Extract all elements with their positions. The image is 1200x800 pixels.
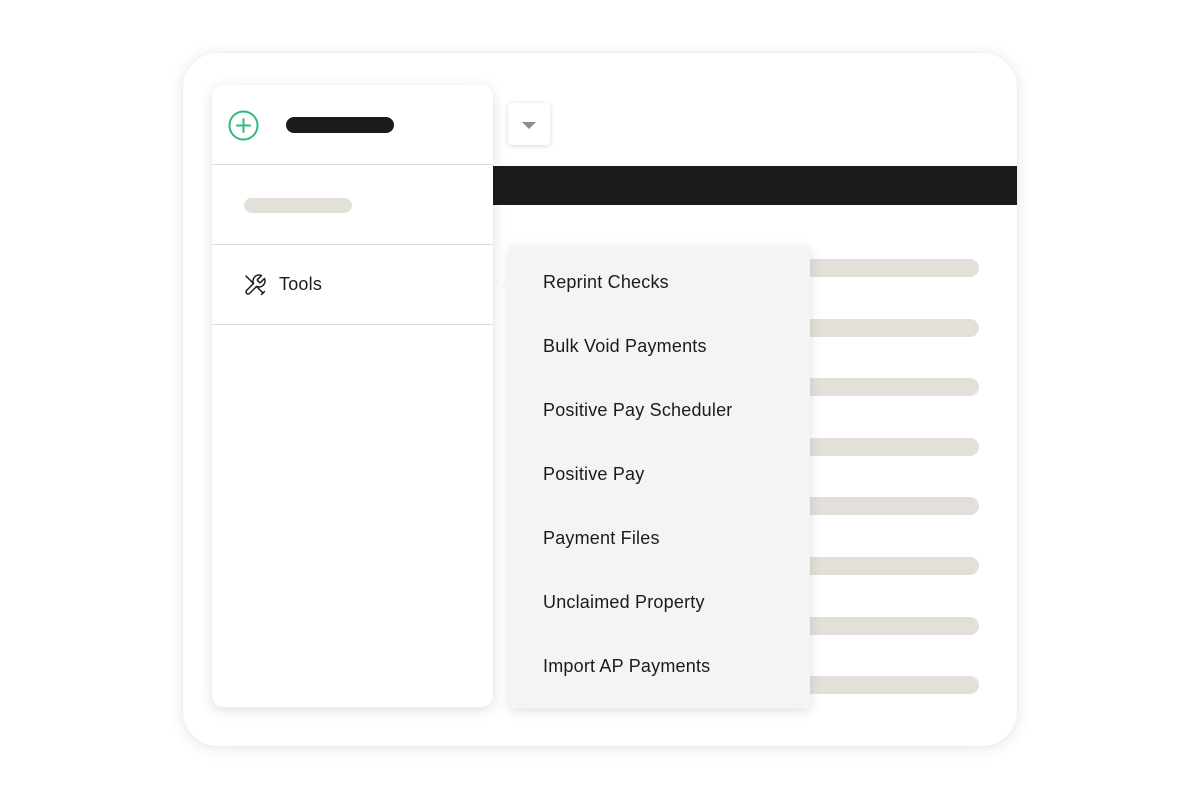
menu-item-payment-files[interactable]: Payment Files	[543, 525, 660, 551]
plus-circle-icon[interactable]	[228, 110, 259, 141]
list-row-placeholder	[800, 676, 979, 694]
sidebar-header	[212, 85, 493, 165]
tools-flyout-menu: Reprint Checks Bulk Void Payments Positi…	[501, 246, 810, 708]
menu-item-positive-pay[interactable]: Positive Pay	[543, 461, 644, 487]
menu-pointer	[501, 278, 510, 296]
title-placeholder	[286, 117, 394, 133]
menu-item-positive-pay-scheduler[interactable]: Positive Pay Scheduler	[543, 397, 733, 423]
list-row-placeholder	[800, 319, 979, 337]
list-row-placeholder	[800, 617, 979, 635]
caret-down-icon	[522, 121, 536, 129]
menu-item-import-ap-payments[interactable]: Import AP Payments	[543, 653, 710, 679]
dropdown-toggle-button[interactable]	[508, 103, 550, 145]
sidebar-item-tools[interactable]: Tools	[212, 245, 493, 325]
menu-item-bulk-void-payments[interactable]: Bulk Void Payments	[543, 333, 707, 359]
list-row-placeholder	[800, 497, 979, 515]
menu-item-unclaimed-property[interactable]: Unclaimed Property	[543, 589, 705, 615]
list-row-placeholder	[800, 259, 979, 277]
wrench-screwdriver-icon	[245, 274, 266, 296]
list-row-placeholder	[800, 557, 979, 575]
list-row-placeholder	[800, 438, 979, 456]
illustration-stage: Tools Reprint Checks Bulk Void Payments …	[0, 0, 1200, 800]
sidebar: Tools	[212, 85, 493, 707]
sidebar-item-placeholder[interactable]	[212, 165, 493, 245]
sidebar-item-label: Tools	[279, 274, 323, 294]
list-row-placeholder	[800, 378, 979, 396]
table-header-bar	[493, 166, 1017, 205]
label-placeholder	[244, 198, 352, 213]
menu-item-reprint-checks[interactable]: Reprint Checks	[543, 269, 669, 295]
